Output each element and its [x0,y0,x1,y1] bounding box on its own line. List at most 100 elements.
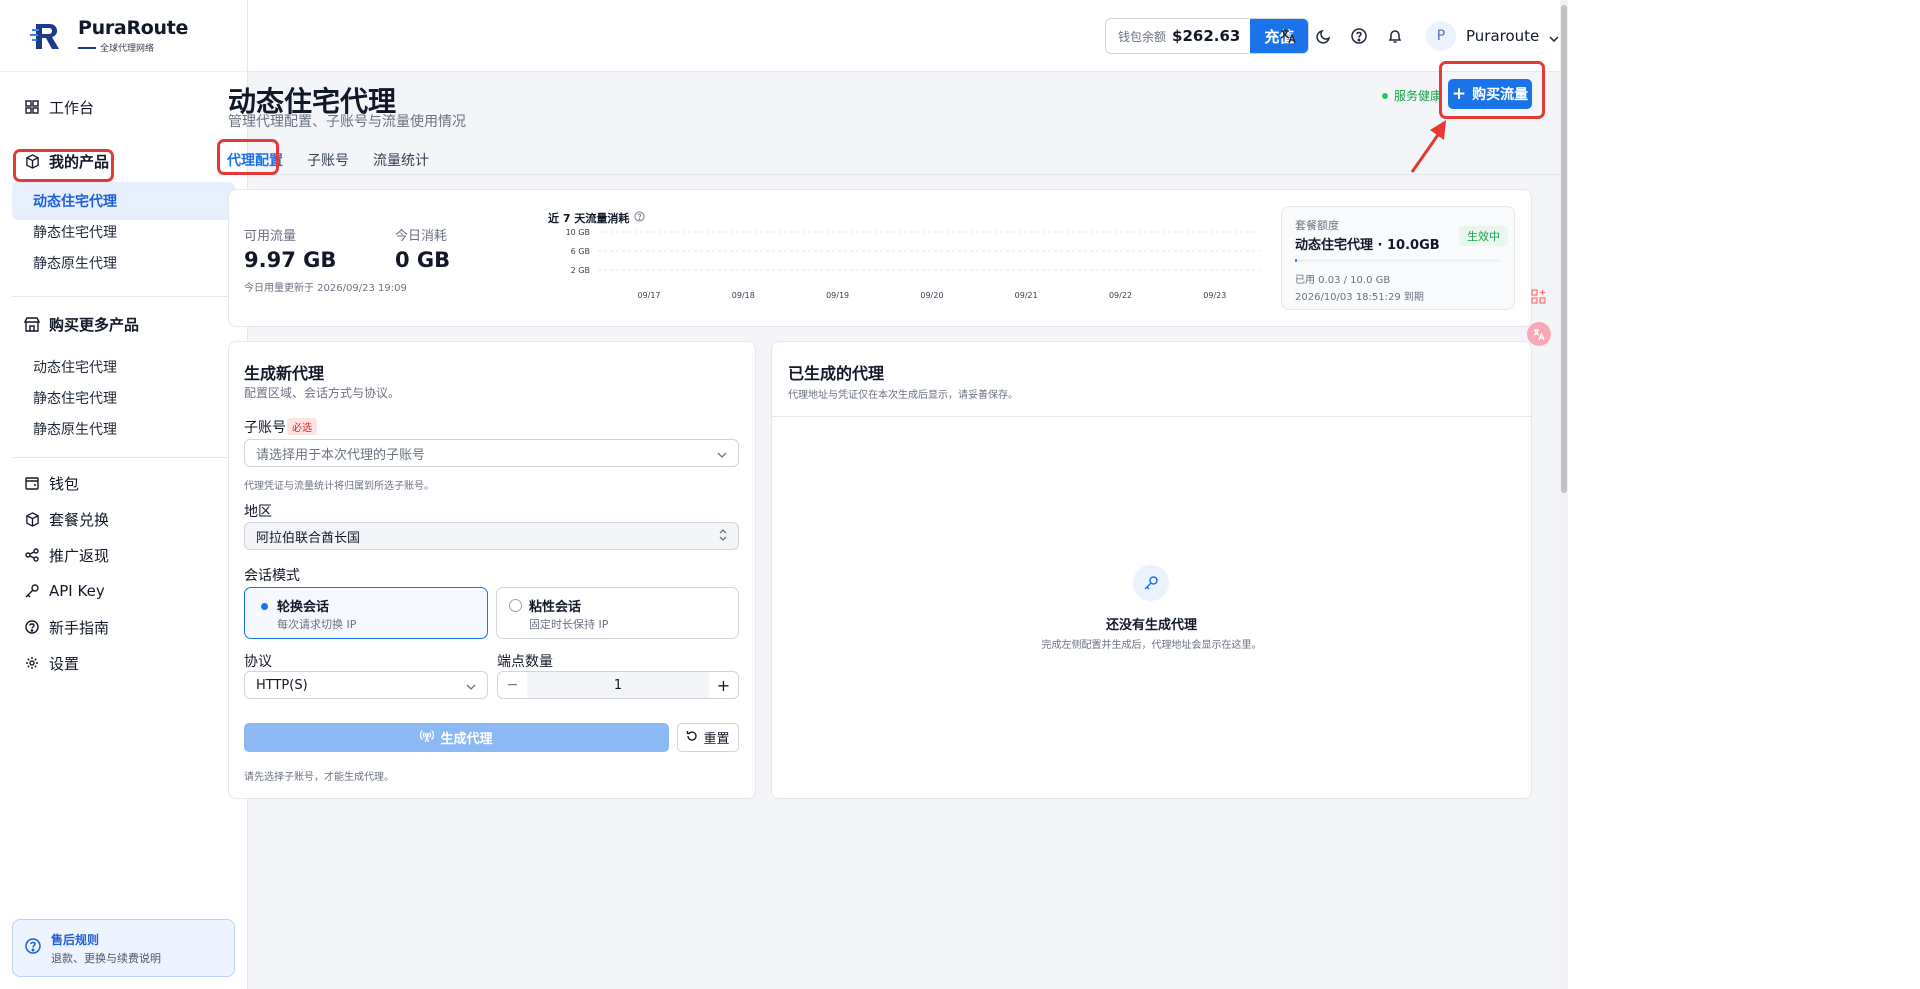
plan-quota-box: 套餐额度 动态住宅代理 · 10.0GB 生效中 已用 0.03 / 10.0 … [1281,206,1515,310]
wallet-label: 钱包余额 [1118,29,1167,44]
brand-tagline: 全球代理网络 [100,44,155,54]
chart-x-tick-label: 09/18 [732,291,755,300]
nav-wallet[interactable]: 钱包 [12,464,235,502]
session-mode-label: 会话模式 [244,568,300,584]
package-icon [24,511,40,527]
chart-x-tick-label: 09/23 [1203,291,1226,300]
tab-traffic-stats[interactable]: 流量统计 [373,141,429,174]
nav-referral[interactable]: 推广返现 [12,536,235,574]
nav-wallet-label: 钱包 [49,474,80,493]
after-sales-card[interactable]: 售后规则 退款、更换与续费说明 [12,919,235,977]
apps-float-icon[interactable] [1527,285,1551,309]
chevron-down-icon [1549,27,1559,46]
outside-area [1568,0,1920,989]
after-sales-desc: 退款、更换与续费说明 [51,951,161,965]
ports-stepper: − 1 + [497,671,739,699]
after-sales-title: 售后规则 [51,932,100,947]
ports-value[interactable]: 1 [527,672,709,698]
moon-icon[interactable] [1312,24,1336,48]
reset-label: 重置 [703,732,730,747]
generated-divider [772,416,1531,417]
wallet-amount: $262.63 [1172,27,1241,45]
share-icon [24,547,40,563]
annotation-arrow-icon [1410,120,1446,173]
nav-buy-more[interactable]: 购买更多产品 [12,305,235,343]
brand-name: PuraRoute [78,17,189,39]
empty-title: 还没有生成代理 [1105,618,1197,633]
chart-x-tick-label: 09/21 [1015,291,1038,300]
protocol-select[interactable]: HTTP(S) [244,671,488,699]
user-menu[interactable]: P Puraroute [1426,17,1559,55]
session-rotate-desc: 每次请求切换 IP [277,618,357,631]
question-icon [25,938,41,958]
generate-label: 生成代理 [440,732,493,747]
session-sticky-title: 粘性会话 [529,600,582,615]
chevron-down-icon [466,679,476,694]
generate-button[interactable]: 生成代理 [244,723,669,752]
status-dot-icon [1382,92,1388,99]
nav-buy-static-native[interactable]: 静态原生代理 [12,410,235,448]
translate-icon[interactable] [1276,24,1300,48]
nav-static-native[interactable]: 静态原生代理 [12,244,235,282]
bell-icon[interactable] [1383,24,1407,48]
service-health-badge: 服务健康 [1382,87,1442,104]
help-icon[interactable] [1347,24,1371,48]
region-label: 地区 [244,504,272,520]
usage-updated-time: 今日用量更新于 2026/09/23 19:09 [244,283,407,294]
grid-icon [24,99,40,115]
session-rotate-option[interactable]: 轮换会话 每次请求切换 IP [244,587,488,639]
gear-icon [24,655,40,671]
protocol-label: 协议 [244,654,272,670]
sidebar-divider-2 [12,457,235,458]
nav-settings[interactable]: 设置 [12,644,235,682]
tab-subaccounts[interactable]: 子账号 [307,141,349,174]
sidebar-divider [12,296,235,297]
today-usage-value: 0 GB [395,248,451,272]
brand-logo[interactable]: PuraRoute 全球代理网络 [0,0,247,72]
translate-float-icon[interactable] [1527,322,1551,346]
refresh-icon [686,730,698,746]
session-rotate-title: 轮换会话 [277,600,330,615]
buy-traffic-label: 购买流量 [1472,87,1529,103]
service-health-label: 服务健康 [1394,89,1443,103]
today-usage-label: 今日消耗 [395,229,448,244]
generate-title: 生成新代理 [244,364,325,383]
empty-key-icon [1133,565,1169,601]
buy-traffic-button[interactable]: + 购买流量 [1448,79,1532,109]
reset-button[interactable]: 重置 [677,723,739,752]
session-sticky-option[interactable]: 粘性会话 固定时长保持 IP [496,587,739,639]
decrement-button[interactable]: − [498,672,527,698]
nav-beginner-guide[interactable]: 新手指南 [12,608,235,646]
info-icon[interactable] [634,211,645,225]
nav-workbench[interactable]: 工作台 [12,88,235,126]
available-traffic-label: 可用流量 [244,229,297,244]
radio-selected-icon [257,599,270,612]
nav-my-products[interactable]: 我的产品 [12,142,235,180]
plan-used: 已用 0.03 / 10.0 GB [1295,275,1391,286]
tab-proxy-config[interactable]: 代理配置 [227,141,283,174]
scrollbar[interactable] [1560,0,1568,989]
nav-workbench-label: 工作台 [49,98,95,117]
available-traffic-value: 9.97 GB [244,248,337,272]
empty-desc: 完成左侧配置并生成后，代理地址会显示在这里。 [1041,640,1262,651]
plan-name: 动态住宅代理 · 10.0GB [1295,238,1440,253]
nav-package-redeem[interactable]: 套餐兑换 [12,500,235,538]
plan-label: 套餐额度 [1295,219,1339,232]
store-icon [24,316,40,332]
sidebar: PuraRoute 全球代理网络 工作台 我的产品 动态住宅代理 静态住宅代理 … [0,0,248,989]
plan-status-badge: 生效中 [1459,226,1508,246]
nav-settings-label: 设置 [49,654,80,673]
chevron-up-down-icon [719,528,727,546]
scrollbar-thumb[interactable] [1561,5,1567,493]
increment-button[interactable]: + [709,672,738,698]
chart-y-tick-label: 10 GB [566,228,590,237]
avatar: P [1426,21,1456,51]
region-select[interactable]: 阿拉伯联合酋长国 [244,522,739,550]
nav-api-key-label: API Key [49,582,105,600]
wallet-icon [24,475,40,491]
username: Puraroute [1466,27,1540,45]
nav-package-redeem-label: 套餐兑换 [49,510,110,529]
radio-unselected-icon [509,599,522,612]
nav-api-key[interactable]: API Key [12,572,235,610]
subaccount-select[interactable]: 请选择用于本次代理的子账号 [244,439,739,467]
